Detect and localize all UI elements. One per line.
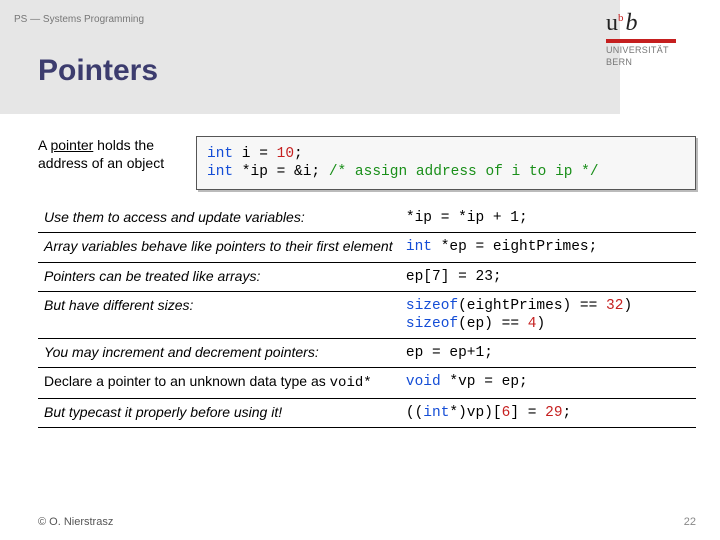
table-row: Pointers can be treated like arrays:ep[7… [38, 262, 696, 291]
logo-university: UNIVERSITÄT [606, 45, 696, 55]
table-row: You may increment and decrement pointers… [38, 338, 696, 367]
row-code: void *vp = ep; [400, 368, 696, 399]
intro-code: int i = 10; int *ip = &i; /* assign addr… [196, 136, 696, 190]
intro-text: A pointer holds the address of an object [38, 136, 178, 172]
row-label: Declare a pointer to an unknown data typ… [38, 368, 400, 399]
logo-city: BERN [606, 57, 696, 67]
table-row: Use them to access and update variables:… [38, 204, 696, 233]
logo: ubb UNIVERSITÄT BERN [606, 10, 696, 67]
row-label: But typecast it properly before using it… [38, 398, 400, 427]
row-label: You may increment and decrement pointers… [38, 338, 400, 367]
row-code: sizeof(eightPrimes) == 32) sizeof(ep) ==… [400, 291, 696, 338]
row-code: ep[7] = 23; [400, 262, 696, 291]
row-code: ((int*)vp)[6] = 29; [400, 398, 696, 427]
copyright: © O. Nierstrasz [38, 516, 113, 528]
content: A pointer holds the address of an object… [38, 136, 696, 492]
row-label: Array variables behave like pointers to … [38, 233, 400, 262]
footer: © O. Nierstrasz 22 [38, 516, 696, 528]
page-title: Pointers [38, 54, 158, 88]
row-code: ep = ep+1; [400, 338, 696, 367]
row-code: *ip = *ip + 1; [400, 204, 696, 233]
row-label: Use them to access and update variables: [38, 204, 400, 233]
row-label: Pointers can be treated like arrays: [38, 262, 400, 291]
logo-ub: ubb [606, 10, 696, 37]
table-row: But typecast it properly before using it… [38, 398, 696, 427]
table-row: Array variables behave like pointers to … [38, 233, 696, 262]
breadcrumb: PS — Systems Programming [14, 14, 144, 25]
row-label: But have different sizes: [38, 291, 400, 338]
page-number: 22 [684, 516, 696, 528]
table-row: Declare a pointer to an unknown data typ… [38, 368, 696, 399]
intro-row: A pointer holds the address of an object… [38, 136, 696, 190]
row-code: int *ep = eightPrimes; [400, 233, 696, 262]
table-row: But have different sizes:sizeof(eightPri… [38, 291, 696, 338]
logo-bar [606, 39, 676, 43]
pointer-table: Use them to access and update variables:… [38, 204, 696, 427]
